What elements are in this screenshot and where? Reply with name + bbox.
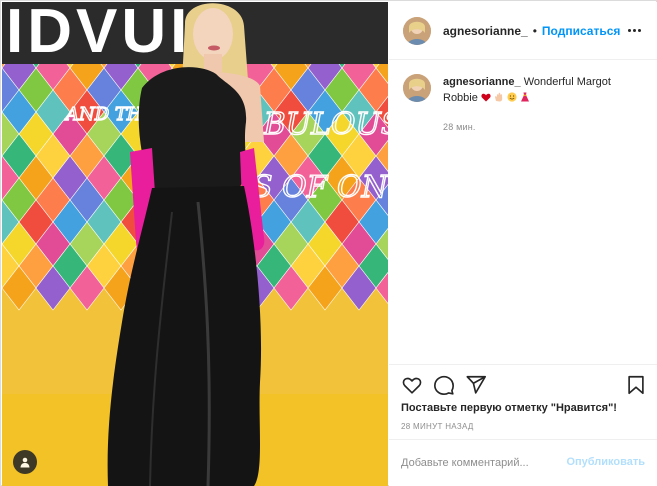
follow-button[interactable]: Подписаться	[542, 24, 620, 38]
avatar-image	[403, 74, 431, 102]
post-timestamp[interactable]: 28 МИНУТ НАЗАД	[401, 422, 474, 431]
dress-emoji-icon	[520, 91, 530, 107]
action-bar	[401, 374, 649, 396]
post-header: agnesorianne_ • Подписаться	[389, 2, 657, 60]
caption-avatar[interactable]	[403, 74, 431, 102]
post-photo[interactable]: IDVUI AND THE ABULOUS S OF ON	[2, 2, 388, 486]
heart-icon[interactable]	[401, 374, 423, 396]
caption-username[interactable]: agnesorianne_	[443, 76, 521, 88]
comment-icon[interactable]	[433, 374, 455, 396]
post-image: IDVUIAND THE ABULOUSS OF ON	[2, 2, 388, 486]
caption: agnesorianne_ Wonderful Margot Robbie 28…	[403, 74, 643, 135]
share-icon[interactable]	[465, 374, 487, 396]
avatar[interactable]	[403, 16, 431, 45]
add-comment-bar: Опубликовать	[389, 439, 657, 486]
backdrop-lettering: S OF ON	[252, 170, 388, 205]
backdrop-title: IDVUI	[6, 2, 191, 66]
divider	[389, 364, 657, 365]
instagram-post-modal: IDVUI AND THE ABULOUS S OF ON agnesorianne_…	[0, 0, 657, 486]
caption-time[interactable]: 28 мин.	[443, 119, 639, 135]
person-tag-icon	[20, 457, 30, 468]
publish-button[interactable]: Опубликовать	[566, 456, 645, 468]
more-options-icon[interactable]	[625, 23, 643, 37]
avatar-image	[403, 16, 431, 45]
comment-input[interactable]	[401, 455, 561, 471]
caption-body: agnesorianne_ Wonderful Margot Robbie 28…	[443, 74, 639, 135]
separator-dot: •	[532, 23, 537, 38]
header-username[interactable]: agnesorianne_	[443, 24, 528, 38]
smile-emoji-icon	[507, 91, 517, 107]
post-details-panel: agnesorianne_ • Подписаться agnesorianne…	[389, 2, 657, 486]
tagged-people-button[interactable]	[13, 450, 37, 474]
heart-emoji-icon	[481, 91, 491, 107]
likes-text[interactable]: Поставьте первую отметку "Нравится"!	[401, 402, 617, 414]
bookmark-icon[interactable]	[625, 374, 647, 396]
hand-emoji-icon	[494, 91, 504, 107]
